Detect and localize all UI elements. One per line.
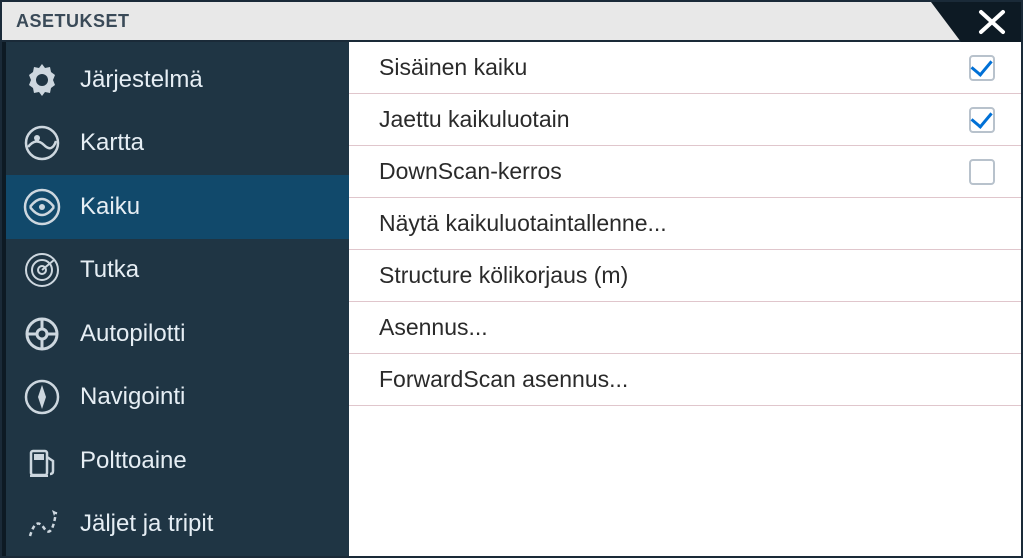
- settings-panel: Sisäinen kaiku Jaettu kaikuluotain DownSca…: [349, 42, 1021, 556]
- setting-row-show_record[interactable]: Näytä kaikuluotaintallenne...: [349, 198, 1021, 250]
- checkbox-shared_sonar[interactable]: [969, 107, 995, 133]
- compass-icon: [20, 375, 64, 419]
- setting-label: Asennus...: [379, 314, 488, 341]
- setting-row-install[interactable]: Asennus...: [349, 302, 1021, 354]
- sidebar: Järjestelmä Kartta Kaiku Tutka Autopilotti Na…: [2, 42, 349, 556]
- setting-label: Jaettu kaikuluotain: [379, 106, 570, 133]
- setting-row-shared_sonar[interactable]: Jaettu kaikuluotain: [349, 94, 1021, 146]
- page-title: ASETUKSET: [2, 11, 130, 32]
- close-button[interactable]: [931, 2, 1021, 42]
- sidebar-item-nav[interactable]: Navigointi: [6, 366, 349, 430]
- sidebar-item-label: Kartta: [80, 129, 144, 157]
- wheel-icon: [20, 312, 64, 356]
- checkbox-internal_echo[interactable]: [969, 55, 995, 81]
- sidebar-item-chart[interactable]: Kartta: [6, 112, 349, 176]
- setting-row-internal_echo[interactable]: Sisäinen kaiku: [349, 42, 1021, 94]
- setting-label: Näytä kaikuluotaintallenne...: [379, 210, 667, 237]
- sidebar-item-echo[interactable]: Kaiku: [6, 175, 349, 239]
- sidebar-item-label: Kaiku: [80, 193, 140, 221]
- sidebar-item-system[interactable]: Järjestelmä: [6, 48, 349, 112]
- setting-label: Sisäinen kaiku: [379, 54, 527, 81]
- sidebar-item-label: Autopilotti: [80, 320, 185, 348]
- sidebar-item-label: Tutka: [80, 256, 139, 284]
- sidebar-item-label: Polttoaine: [80, 447, 187, 475]
- settings-window: ASETUKSET Järjestelmä Kartta Kaiku Tutka Aut…: [0, 0, 1023, 558]
- sidebar-item-label: Navigointi: [80, 383, 185, 411]
- sidebar-item-radar[interactable]: Tutka: [6, 239, 349, 303]
- titlebar: ASETUKSET: [2, 2, 1021, 42]
- gear-icon: [20, 58, 64, 102]
- setting-label: Structure kölikorjaus (m): [379, 262, 628, 289]
- setting-row-keel_offset[interactable]: Structure kölikorjaus (m): [349, 250, 1021, 302]
- checkbox-downscan_layer[interactable]: [969, 159, 995, 185]
- sidebar-item-label: Järjestelmä: [80, 66, 203, 94]
- sidebar-item-fuel[interactable]: Polttoaine: [6, 429, 349, 493]
- radar-icon: [20, 248, 64, 292]
- fuel-icon: [20, 439, 64, 483]
- globe-icon: [20, 121, 64, 165]
- sonar-icon: [20, 185, 64, 229]
- sidebar-item-label: Jäljet ja tripit: [80, 510, 213, 538]
- setting-row-downscan_layer[interactable]: DownScan-kerros: [349, 146, 1021, 198]
- route-icon: [20, 502, 64, 546]
- body: Järjestelmä Kartta Kaiku Tutka Autopilotti Na…: [2, 42, 1021, 556]
- setting-label: ForwardScan asennus...: [379, 366, 628, 393]
- sidebar-item-tracks[interactable]: Jäljet ja tripit: [6, 493, 349, 557]
- sidebar-item-autopilot[interactable]: Autopilotti: [6, 302, 349, 366]
- setting-label: DownScan-kerros: [379, 158, 562, 185]
- setting-row-fwdscan_install[interactable]: ForwardScan asennus...: [349, 354, 1021, 406]
